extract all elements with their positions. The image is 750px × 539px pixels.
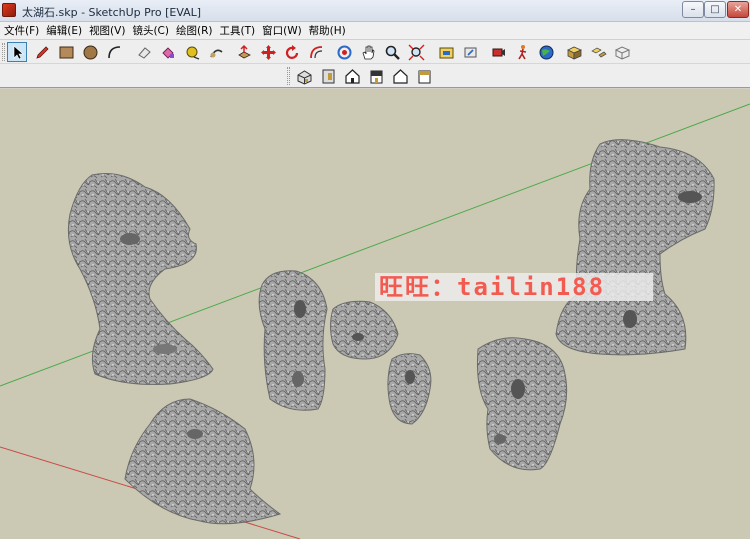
follow-me-icon[interactable] xyxy=(206,42,226,62)
tape-measure-icon[interactable] xyxy=(182,42,202,62)
menu-camera[interactable]: 镜头(C) xyxy=(128,23,172,38)
explode-icon[interactable] xyxy=(588,42,608,62)
main-toolbar xyxy=(0,40,750,64)
share-model-icon[interactable] xyxy=(460,42,480,62)
arc-tool-icon[interactable] xyxy=(104,42,124,62)
paint-bucket-icon[interactable] xyxy=(158,42,178,62)
left-view-icon[interactable] xyxy=(414,66,434,86)
right-view-icon[interactable] xyxy=(366,66,386,86)
zoom-extents-icon[interactable] xyxy=(406,42,426,62)
scene-canvas xyxy=(0,103,750,539)
rock-center-large[interactable] xyxy=(258,270,328,411)
menu-help[interactable]: 帮助(H) xyxy=(305,23,349,38)
geolocation-icon[interactable] xyxy=(536,42,556,62)
xray-icon[interactable] xyxy=(612,42,632,62)
views-toolbar xyxy=(0,64,750,88)
pencil-tool-icon[interactable] xyxy=(32,42,52,62)
walk-icon[interactable] xyxy=(512,42,532,62)
menu-draw[interactable]: 绘图(R) xyxy=(172,23,216,38)
move-icon[interactable] xyxy=(258,42,278,62)
menu-file[interactable]: 文件(F) xyxy=(0,23,42,38)
rotate-icon[interactable] xyxy=(282,42,302,62)
menu-bar: 文件(F) 编辑(E) 视图(V) 镜头(C) 绘图(R) 工具(T) 窗口(W… xyxy=(0,22,750,40)
toolbar-grip[interactable] xyxy=(2,43,5,61)
select-tool-icon[interactable] xyxy=(7,42,27,62)
rock-center-small[interactable] xyxy=(330,300,399,360)
title-bar: 太湖石.skp - SketchUp Pro [EVAL] – □ ✕ xyxy=(0,0,750,22)
rock-bottom-left[interactable] xyxy=(124,398,282,525)
offset-icon[interactable] xyxy=(306,42,326,62)
position-camera-icon[interactable] xyxy=(488,42,508,62)
model-viewport[interactable]: 旺旺：tailin188 xyxy=(0,89,750,539)
eraser-tool-icon[interactable] xyxy=(134,42,154,62)
orbit-icon[interactable] xyxy=(334,42,354,62)
front-view-icon[interactable] xyxy=(342,66,362,86)
zoom-icon[interactable] xyxy=(382,42,402,62)
toolbar-grip[interactable] xyxy=(287,67,290,85)
push-pull-icon[interactable] xyxy=(234,42,254,62)
watermark-text: 旺旺：tailin188 xyxy=(375,273,653,301)
iso-view-icon[interactable] xyxy=(294,66,314,86)
maximize-button[interactable]: □ xyxy=(704,1,726,18)
menu-view[interactable]: 视图(V) xyxy=(85,23,128,38)
pan-hand-icon[interactable] xyxy=(358,42,378,62)
rectangle-tool-icon[interactable] xyxy=(56,42,76,62)
top-view-icon[interactable] xyxy=(318,66,338,86)
sketchup-app-icon xyxy=(2,3,16,17)
rock-center-tiny[interactable] xyxy=(387,353,432,425)
minimize-button[interactable]: – xyxy=(682,1,704,18)
menu-window[interactable]: 窗口(W) xyxy=(258,23,305,38)
rock-tall-left[interactable] xyxy=(67,173,214,386)
rock-right-front[interactable] xyxy=(477,337,568,471)
window-title: 太湖石.skp - SketchUp Pro [EVAL] xyxy=(22,6,202,19)
menu-edit[interactable]: 编辑(E) xyxy=(42,23,85,38)
component-icon[interactable] xyxy=(564,42,584,62)
menu-tools[interactable]: 工具(T) xyxy=(215,23,258,38)
warehouse-icon[interactable] xyxy=(436,42,456,62)
rock-tall-right[interactable] xyxy=(555,139,715,356)
close-button[interactable]: ✕ xyxy=(727,1,749,18)
back-view-icon[interactable] xyxy=(390,66,410,86)
circle-tool-icon[interactable] xyxy=(80,42,100,62)
